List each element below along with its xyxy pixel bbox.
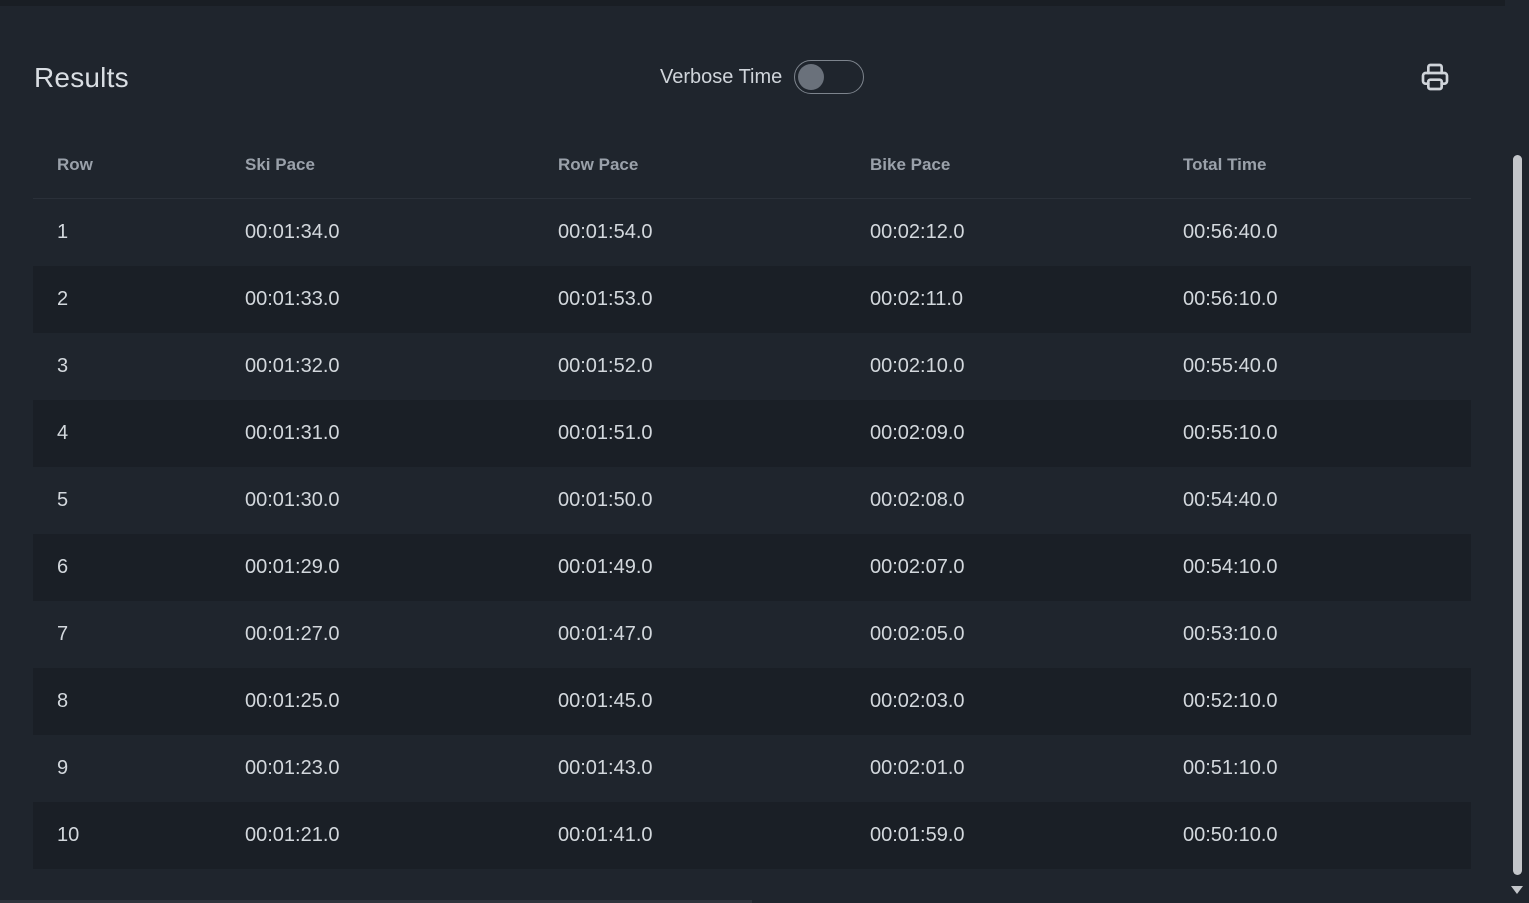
print-button[interactable] bbox=[1414, 56, 1456, 98]
cell-total-time: 00:56:40.0 bbox=[1183, 198, 1471, 266]
cell-row-pace: 00:01:45.0 bbox=[558, 668, 870, 735]
table-body: 1 00:01:34.0 00:01:54.0 00:02:12.0 00:56:40.… bbox=[33, 198, 1471, 869]
cell-ski-pace: 00:01:30.0 bbox=[245, 467, 558, 534]
cell-row-pace: 00:01:43.0 bbox=[558, 735, 870, 802]
cell-ski-pace: 00:01:23.0 bbox=[245, 735, 558, 802]
cell-row-pace: 00:01:49.0 bbox=[558, 534, 870, 601]
column-header-bike-pace[interactable]: Bike Pace bbox=[870, 132, 1183, 199]
column-header-row-pace[interactable]: Row Pace bbox=[558, 132, 870, 199]
table-row: 8 00:01:25.0 00:01:45.0 00:02:03.0 00:52:10.… bbox=[33, 668, 1471, 735]
column-header-total-time[interactable]: Total Time bbox=[1183, 132, 1471, 199]
cell-row-pace: 00:01:52.0 bbox=[558, 333, 870, 400]
table-row: 4 00:01:31.0 00:01:51.0 00:02:09.0 00:55:10.… bbox=[33, 400, 1471, 467]
cell-bike-pace: 00:02:03.0 bbox=[870, 668, 1183, 735]
cell-ski-pace: 00:01:31.0 bbox=[245, 400, 558, 467]
cell-ski-pace: 00:01:34.0 bbox=[245, 198, 558, 266]
cell-total-time: 00:54:10.0 bbox=[1183, 534, 1471, 601]
cell-bike-pace: 00:02:08.0 bbox=[870, 467, 1183, 534]
results-header: Results Verbose Time bbox=[0, 0, 1505, 140]
cell-total-time: 00:54:40.0 bbox=[1183, 467, 1471, 534]
results-table-container: Row Ski Pace Row Pace Bike Pace Total Ti… bbox=[33, 132, 1471, 869]
cell-total-time: 00:53:10.0 bbox=[1183, 601, 1471, 668]
cell-bike-pace: 00:02:07.0 bbox=[870, 534, 1183, 601]
cell-ski-pace: 00:01:21.0 bbox=[245, 802, 558, 869]
cell-bike-pace: 00:02:12.0 bbox=[870, 198, 1183, 266]
verbose-time-control: Verbose Time bbox=[660, 59, 865, 95]
cell-row-number: 7 bbox=[33, 601, 245, 668]
cell-total-time: 00:55:10.0 bbox=[1183, 400, 1471, 467]
column-header-row[interactable]: Row bbox=[33, 132, 245, 199]
table-row: 3 00:01:32.0 00:01:52.0 00:02:10.0 00:55:40.… bbox=[33, 333, 1471, 400]
header-row: Row Ski Pace Row Pace Bike Pace Total Ti… bbox=[33, 132, 1471, 199]
results-page: Results Verbose Time Row Ski Pace Row Pa… bbox=[0, 0, 1529, 903]
cell-row-number: 6 bbox=[33, 534, 245, 601]
cell-row-number: 2 bbox=[33, 266, 245, 333]
table-row: 6 00:01:29.0 00:01:49.0 00:02:07.0 00:54:10.… bbox=[33, 534, 1471, 601]
cell-bike-pace: 00:02:11.0 bbox=[870, 266, 1183, 333]
cell-row-pace: 00:01:53.0 bbox=[558, 266, 870, 333]
cell-ski-pace: 00:01:27.0 bbox=[245, 601, 558, 668]
table-header: Row Ski Pace Row Pace Bike Pace Total Ti… bbox=[33, 132, 1471, 199]
cell-total-time: 00:50:10.0 bbox=[1183, 802, 1471, 869]
scrollbar-thumb[interactable] bbox=[1513, 155, 1522, 875]
cell-bike-pace: 00:02:05.0 bbox=[870, 601, 1183, 668]
table-row: 1 00:01:34.0 00:01:54.0 00:02:12.0 00:56:40.… bbox=[33, 198, 1471, 266]
cell-row-pace: 00:01:54.0 bbox=[558, 198, 870, 266]
cell-row-number: 10 bbox=[33, 802, 245, 869]
cell-bike-pace: 00:02:01.0 bbox=[870, 735, 1183, 802]
verbose-time-toggle[interactable] bbox=[794, 60, 865, 94]
cell-total-time: 00:52:10.0 bbox=[1183, 668, 1471, 735]
printer-icon bbox=[1421, 63, 1449, 91]
cell-ski-pace: 00:01:33.0 bbox=[245, 266, 558, 333]
table-row: 10 00:01:21.0 00:01:41.0 00:01:59.0 00:50:10… bbox=[33, 802, 1471, 869]
cell-bike-pace: 00:02:10.0 bbox=[870, 333, 1183, 400]
cell-total-time: 00:55:40.0 bbox=[1183, 333, 1471, 400]
cell-row-pace: 00:01:47.0 bbox=[558, 601, 870, 668]
scroll-down-arrow-icon[interactable] bbox=[1511, 886, 1523, 894]
cell-bike-pace: 00:02:09.0 bbox=[870, 400, 1183, 467]
cell-row-number: 9 bbox=[33, 735, 245, 802]
cell-row-number: 4 bbox=[33, 400, 245, 467]
cell-total-time: 00:51:10.0 bbox=[1183, 735, 1471, 802]
cell-row-pace: 00:01:50.0 bbox=[558, 467, 870, 534]
cell-row-pace: 00:01:41.0 bbox=[558, 802, 870, 869]
cell-row-pace: 00:01:51.0 bbox=[558, 400, 870, 467]
cell-bike-pace: 00:01:59.0 bbox=[870, 802, 1183, 869]
cell-row-number: 5 bbox=[33, 467, 245, 534]
cell-row-number: 3 bbox=[33, 333, 245, 400]
cell-ski-pace: 00:01:25.0 bbox=[245, 668, 558, 735]
column-header-ski-pace[interactable]: Ski Pace bbox=[245, 132, 558, 199]
table-row: 9 00:01:23.0 00:01:43.0 00:02:01.0 00:51:10.… bbox=[33, 735, 1471, 802]
cell-ski-pace: 00:01:29.0 bbox=[245, 534, 558, 601]
toggle-knob bbox=[798, 64, 825, 90]
results-table: Row Ski Pace Row Pace Bike Pace Total Ti… bbox=[33, 132, 1471, 869]
table-row: 7 00:01:27.0 00:01:47.0 00:02:05.0 00:53:10.… bbox=[33, 601, 1471, 668]
table-row: 5 00:01:30.0 00:01:50.0 00:02:08.0 00:54:40.… bbox=[33, 467, 1471, 534]
cell-row-number: 1 bbox=[33, 198, 245, 266]
cell-total-time: 00:56:10.0 bbox=[1183, 266, 1471, 333]
verbose-time-label: Verbose Time bbox=[660, 66, 783, 88]
cell-ski-pace: 00:01:32.0 bbox=[245, 333, 558, 400]
vertical-scrollbar[interactable] bbox=[1505, 0, 1529, 903]
cell-row-number: 8 bbox=[33, 668, 245, 735]
table-row: 2 00:01:33.0 00:01:53.0 00:02:11.0 00:56:10.… bbox=[33, 266, 1471, 333]
page-title: Results bbox=[34, 62, 129, 93]
